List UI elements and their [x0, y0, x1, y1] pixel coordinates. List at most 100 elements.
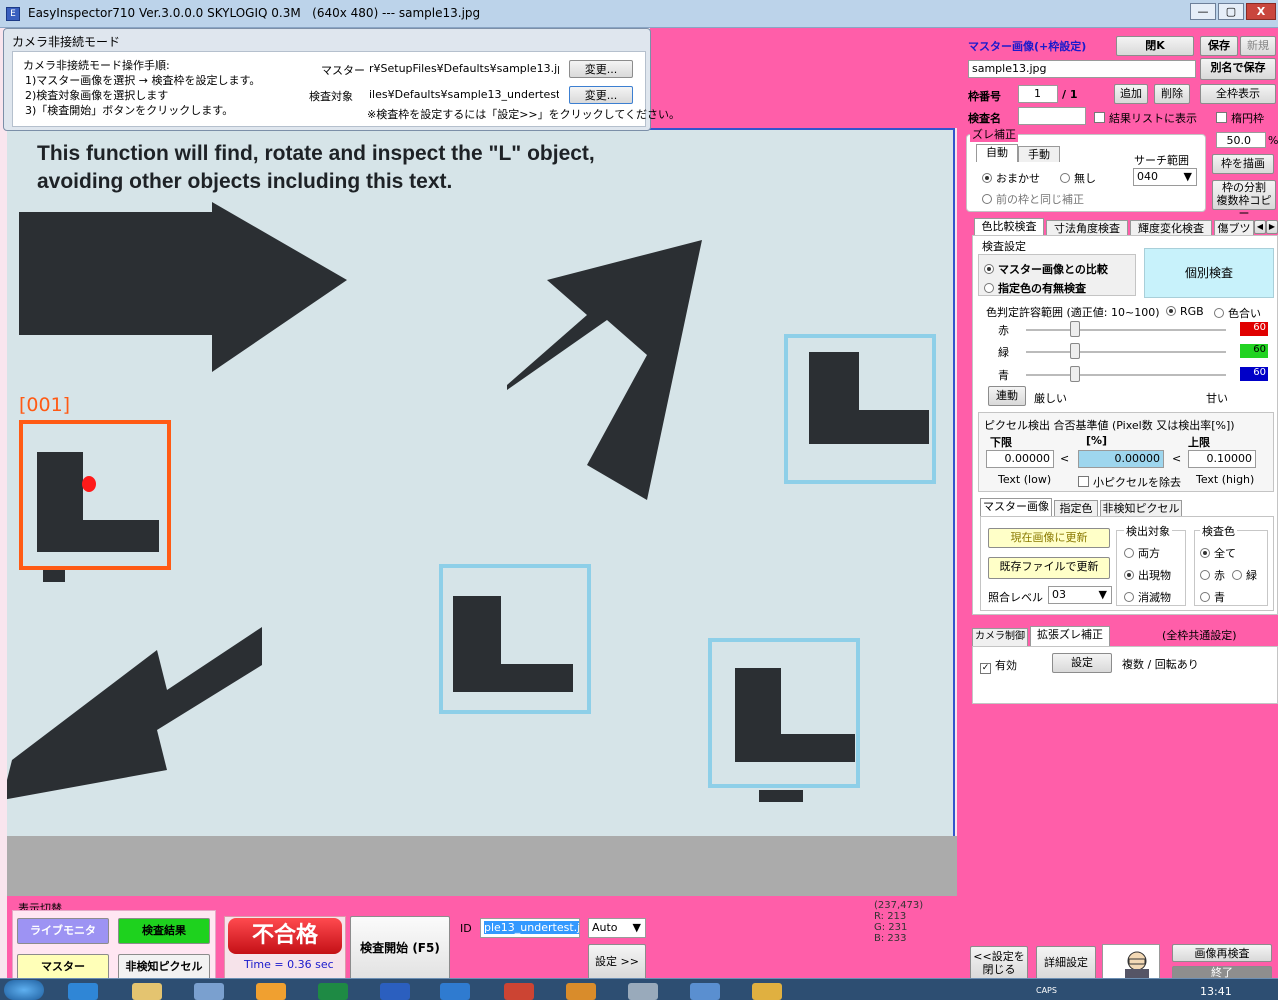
red-slider-thumb[interactable]: [1070, 321, 1080, 337]
undetected-pixel-view-button[interactable]: 非検知ピクセル: [118, 954, 210, 980]
extended-setting-button[interactable]: 設定: [1052, 653, 1112, 673]
blue-slider-thumb[interactable]: [1070, 366, 1080, 382]
pixel-readout: (237,473) R: 213 G: 231 B: 233: [874, 900, 923, 944]
pixel-criteria-label: ピクセル検出 合否基準値 (Pixel数 又は検出率[%]): [984, 419, 1235, 432]
live-monitor-button[interactable]: ライブモニタ: [17, 918, 109, 944]
tab-dimension-angle[interactable]: 寸法角度検査: [1046, 220, 1128, 236]
subtab-specified-color[interactable]: 指定色: [1054, 500, 1098, 516]
avatar[interactable]: [1102, 944, 1160, 980]
update-current-image-button[interactable]: 現在画像に更新: [988, 528, 1110, 548]
auto-select[interactable]: Auto ▼: [588, 918, 646, 938]
green-slider-thumb[interactable]: [1070, 343, 1080, 359]
tab-brightness-change[interactable]: 輝度変化検査: [1130, 220, 1212, 236]
taskbar-outlook-icon[interactable]: [440, 983, 470, 1000]
match-level-select[interactable]: 03 ▼: [1048, 586, 1112, 604]
frame-label: [001]: [19, 394, 71, 416]
result-list-check[interactable]: 結果リストに表示: [1094, 110, 1197, 126]
add-frame-button[interactable]: 追加: [1114, 84, 1148, 104]
delete-frame-button[interactable]: 削除: [1154, 84, 1190, 104]
color-blue-radio[interactable]: 青: [1200, 589, 1225, 605]
new-button[interactable]: 新規: [1240, 36, 1276, 56]
inspect-result-button[interactable]: 検査結果: [118, 918, 210, 944]
tab-color-compare[interactable]: 色比較検査: [974, 218, 1044, 236]
none-radio[interactable]: 無し: [1060, 170, 1096, 186]
update-from-file-button[interactable]: 既存ファイルで更新: [988, 557, 1110, 579]
id-field[interactable]: ple13_undertest.jpg: [480, 918, 580, 938]
blue-readout: B: 233: [874, 933, 907, 944]
tab-camera-control[interactable]: カメラ制御: [972, 628, 1028, 646]
start-button[interactable]: [4, 980, 44, 1000]
blue-slider-track[interactable]: [1026, 374, 1226, 376]
individual-inspect-button[interactable]: 個別検査: [1144, 248, 1274, 298]
red-slider-track[interactable]: [1026, 329, 1226, 331]
frame-number-spinner[interactable]: 1: [1018, 85, 1058, 103]
close-window-button[interactable]: X: [1246, 3, 1276, 20]
show-all-frames-button[interactable]: 全枠表示: [1200, 84, 1276, 104]
color-presence-radio[interactable]: 指定色の有無検査: [984, 280, 1086, 296]
vanish-radio[interactable]: 消滅物: [1124, 589, 1171, 605]
hue-radio[interactable]: 色合い: [1214, 305, 1261, 321]
save-button[interactable]: 保存: [1200, 36, 1238, 56]
same-prev-radio[interactable]: 前の枠と同じ補正: [982, 191, 1084, 207]
zoom-spinner[interactable]: 50.0: [1216, 132, 1266, 148]
both-radio[interactable]: 両方: [1124, 545, 1160, 561]
taskbar-palette-icon[interactable]: [752, 983, 782, 1000]
green-slider-track[interactable]: [1026, 351, 1226, 353]
maximize-button[interactable]: ▢: [1218, 3, 1244, 20]
lt-sign-1: <: [1060, 452, 1070, 465]
taskbar-tool-icon[interactable]: [504, 983, 534, 1000]
reinspect-image-button[interactable]: 画像再検査: [1172, 944, 1272, 962]
upper-value-field[interactable]: 0.10000: [1188, 450, 1256, 468]
close-button[interactable]: 閉K: [1116, 36, 1194, 56]
ellipse-frame-check[interactable]: 楕円枠: [1216, 110, 1264, 126]
taskbar-folder-icon[interactable]: [132, 983, 162, 1000]
frame-number-label: 枠番号: [968, 90, 1001, 103]
text-low-label: Text (low): [998, 473, 1052, 486]
color-red-radio[interactable]: 赤: [1200, 567, 1225, 583]
taskbar-paint-icon[interactable]: [566, 983, 596, 1000]
draw-frame-button[interactable]: 枠を描画: [1212, 154, 1274, 174]
detail-settings-button[interactable]: 詳細設定: [1036, 946, 1096, 980]
subtab-undetected-pixel[interactable]: 非検知ピクセル: [1100, 500, 1182, 516]
taskbar-media-icon[interactable]: [256, 983, 286, 1000]
settings-expand-button[interactable]: 設定 >>: [588, 944, 646, 980]
master-compare-radio[interactable]: マスター画像との比較: [984, 261, 1108, 277]
lower-value-field[interactable]: 0.00000: [986, 450, 1054, 468]
mascot-icon: [1125, 951, 1149, 979]
master-view-button[interactable]: マスター: [17, 954, 109, 980]
close-settings-button[interactable]: <<設定を閉じる: [970, 946, 1028, 980]
taskbar-excel-icon[interactable]: [318, 983, 348, 1000]
color-green-radio[interactable]: 緑: [1232, 567, 1257, 583]
save-as-button[interactable]: 別名で保存: [1200, 58, 1276, 80]
tab-scroll-right-icon[interactable]: ▶: [1266, 220, 1278, 234]
link-button[interactable]: 連動: [988, 386, 1026, 406]
inspect-name-field[interactable]: [1018, 107, 1086, 125]
subtab-master-image[interactable]: マスター画像: [980, 498, 1052, 516]
tab-scratch[interactable]: 傷ブツ検: [1214, 220, 1254, 236]
auto-radio[interactable]: おまかせ: [982, 170, 1040, 186]
taskbar-globe-icon[interactable]: [690, 983, 720, 1000]
taskbar-word-icon[interactable]: [380, 983, 410, 1000]
tab-scroll-left-icon[interactable]: ◀: [1254, 220, 1266, 234]
color-all-radio[interactable]: 全て: [1200, 545, 1236, 561]
target-change-button[interactable]: 変更...: [569, 86, 633, 104]
taskbar-ie-icon[interactable]: [68, 983, 98, 1000]
taskbar-app-icon[interactable]: [194, 983, 224, 1000]
inspection-image[interactable]: This function will find, rotate and insp…: [7, 128, 955, 836]
enabled-check[interactable]: ✓ 有効: [980, 657, 1017, 674]
remove-small-pixels-check[interactable]: 小ピクセルを除去: [1078, 474, 1181, 490]
start-inspection-button[interactable]: 検査開始 (F5): [350, 916, 450, 980]
tab-manual[interactable]: 手動: [1018, 146, 1060, 162]
taskbar-window-icon[interactable]: [628, 983, 658, 1000]
appear-radio[interactable]: 出現物: [1124, 567, 1171, 583]
verdict-fail-badge: 不合格: [228, 918, 342, 954]
master-change-button[interactable]: 変更...: [569, 60, 633, 78]
minimize-button[interactable]: —: [1190, 3, 1216, 20]
search-range-select[interactable]: 040 ▼: [1133, 168, 1197, 186]
rgb-radio[interactable]: RGB: [1166, 305, 1204, 318]
split-copy-button[interactable]: 枠の分割 複数枠コピー: [1212, 180, 1276, 220]
red-label: 赤: [998, 324, 1009, 337]
master-filename-field[interactable]: sample13.jpg: [968, 60, 1196, 78]
tab-auto[interactable]: 自動: [976, 144, 1018, 162]
tab-extended-shift[interactable]: 拡張ズレ補正: [1030, 626, 1110, 646]
